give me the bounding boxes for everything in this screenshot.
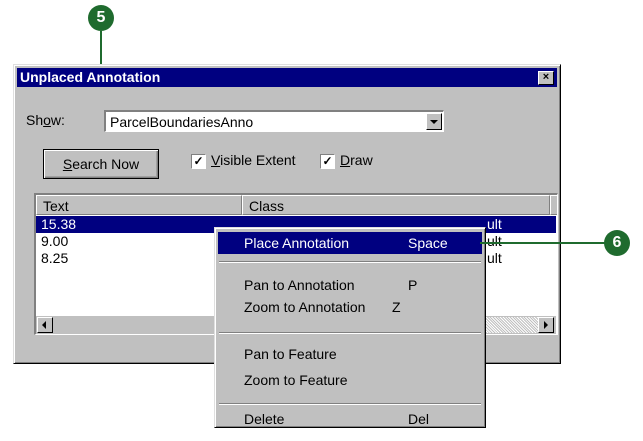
row-text: 15.38 xyxy=(41,216,77,232)
show-label: Show: xyxy=(26,112,65,128)
visible-extent-checkbox[interactable]: ✓ xyxy=(191,154,206,169)
draw-checkbox[interactable]: ✓ xyxy=(320,154,335,169)
checkmark-icon: ✓ xyxy=(193,154,204,168)
search-now-button[interactable]: Search Now xyxy=(43,149,159,179)
close-button[interactable]: × xyxy=(538,71,554,85)
menu-item-delete[interactable]: Delete Del xyxy=(218,408,482,430)
menu-item-pan-to-annotation[interactable]: Pan to Annotation P xyxy=(218,274,482,296)
menu-item-zoom-to-feature[interactable]: Zoom to Feature xyxy=(218,369,482,391)
dialog-title: Unplaced Annotation xyxy=(20,69,161,85)
title-bar: Unplaced Annotation × xyxy=(17,68,557,87)
scroll-right-icon[interactable] xyxy=(538,317,554,333)
column-header-class[interactable]: Class xyxy=(242,195,550,215)
callout-6-leader xyxy=(480,242,608,244)
menu-separator xyxy=(219,403,481,405)
column-header-text[interactable]: Text xyxy=(36,195,242,215)
menu-item-pan-to-feature[interactable]: Pan to Feature xyxy=(218,343,482,365)
menu-separator xyxy=(219,332,481,334)
row-class: ult xyxy=(487,250,502,266)
row-text: 8.25 xyxy=(41,250,69,266)
show-layer-select[interactable]: ParcelBoundariesAnno xyxy=(104,110,444,132)
close-icon: × xyxy=(542,71,550,83)
menu-item-place-annotation[interactable]: Place Annotation Space xyxy=(218,232,482,254)
callout-step-6: 6 xyxy=(604,230,630,256)
draw-label: Draw xyxy=(340,152,373,168)
context-menu: Place Annotation Space Pan to Annotation… xyxy=(214,227,486,428)
column-header-filler xyxy=(550,195,557,215)
visible-extent-label: Visible Extent xyxy=(211,152,296,168)
chevron-down-icon[interactable] xyxy=(426,113,442,130)
menu-item-zoom-to-annotation[interactable]: Zoom to Annotation Z xyxy=(218,296,482,318)
show-layer-value: ParcelBoundariesAnno xyxy=(110,114,254,130)
checkmark-icon: ✓ xyxy=(322,154,333,168)
row-class: ult xyxy=(487,216,502,232)
menu-separator xyxy=(219,261,481,263)
callout-step-5: 5 xyxy=(88,5,114,31)
scroll-left-icon[interactable] xyxy=(37,317,53,333)
row-text: 9.00 xyxy=(41,233,69,249)
